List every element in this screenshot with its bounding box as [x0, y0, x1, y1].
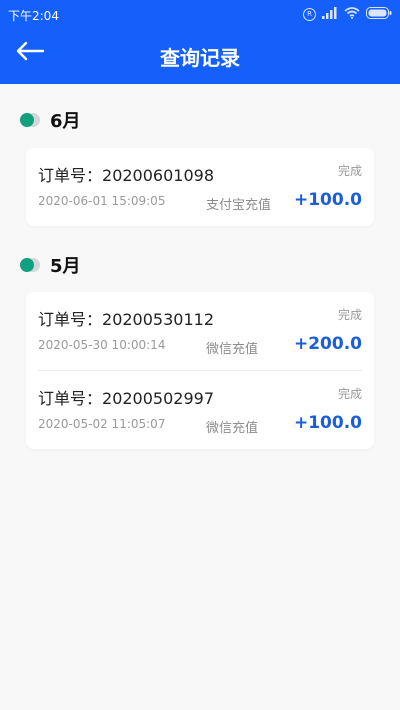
- signal-icon: [322, 6, 338, 22]
- order-number: 订单号：20200530112: [38, 306, 214, 330]
- order-label: 订单号：: [38, 310, 103, 329]
- record-item[interactable]: 订单号：20200601098 完成 2020-06-01 15:09:05 支…: [26, 148, 374, 226]
- record-datetime: 2020-06-01 15:09:05: [38, 194, 166, 208]
- status-icons: R: [303, 6, 392, 22]
- record-amount: +100.0: [293, 190, 362, 210]
- order-number: 订单号：20200601098: [38, 162, 214, 186]
- order-number: 订单号：20200502997: [38, 385, 214, 409]
- record-card-june: 订单号：20200601098 完成 2020-06-01 15:09:05 支…: [26, 148, 374, 226]
- record-amount: +200.0: [293, 334, 362, 354]
- record-status: 完成: [337, 308, 362, 322]
- header-area: 下午2:04 R 查询记录: [0, 0, 400, 84]
- order-value: 20200502997: [102, 389, 214, 408]
- wifi-icon: [344, 6, 360, 22]
- record-method: 微信充值: [206, 421, 259, 436]
- order-label: 订单号：: [38, 166, 103, 185]
- section-header-may: 5月: [20, 252, 81, 278]
- status-bar: 下午2:04 R: [0, 0, 400, 28]
- section-header-june: 6月: [20, 107, 81, 133]
- section-title: 6月: [50, 111, 81, 132]
- record-status: 完成: [337, 387, 362, 401]
- record-method: 支付宝充值: [206, 198, 272, 213]
- order-value: 20200530112: [102, 310, 214, 329]
- status-time: 下午2:04: [8, 9, 59, 23]
- record-method: 微信充值: [206, 342, 259, 357]
- registered-icon: R: [303, 7, 316, 21]
- record-item[interactable]: 订单号：20200502997 完成 2020-05-02 11:05:07 微…: [38, 370, 362, 449]
- page-title: 查询记录: [160, 46, 240, 70]
- dot-icon: [20, 113, 42, 127]
- record-datetime: 2020-05-02 11:05:07: [38, 417, 166, 431]
- title-bar: 查询记录: [0, 28, 400, 84]
- order-label: 订单号：: [38, 389, 103, 408]
- app-root: 下午2:04 R 查询记录 6月 订单号：20200601098 完成 2020…: [0, 0, 400, 710]
- battery-icon: [366, 6, 392, 22]
- record-item[interactable]: 订单号：20200530112 完成 2020-05-30 10:00:14 微…: [26, 292, 374, 370]
- record-card-may: 订单号：20200530112 完成 2020-05-30 10:00:14 微…: [26, 292, 374, 449]
- record-datetime: 2020-05-30 10:00:14: [38, 338, 166, 352]
- order-value: 20200601098: [102, 166, 214, 185]
- dot-icon: [20, 258, 42, 272]
- section-title: 5月: [50, 256, 81, 277]
- record-status: 完成: [337, 164, 362, 178]
- record-amount: +100.0: [293, 413, 362, 433]
